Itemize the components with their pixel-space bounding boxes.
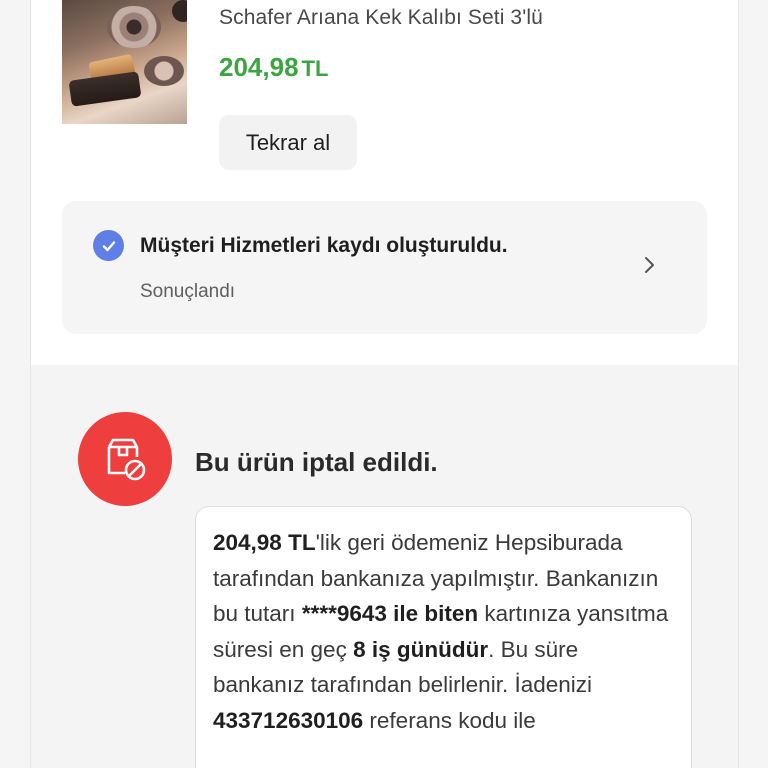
refund-days: 8 iş günüdür xyxy=(353,636,489,662)
check-circle-icon xyxy=(93,230,124,261)
price-currency: TL xyxy=(301,56,329,81)
product-title[interactable]: Schafer Arıana Kek Kalıbı Seti 3'lü xyxy=(219,6,543,30)
service-ticket-status: Sonuçlandı xyxy=(140,281,236,302)
product-price: 204,98 TL xyxy=(219,52,328,83)
product-image[interactable] xyxy=(62,0,187,124)
price-value: 204,98 xyxy=(219,52,299,82)
refund-text-4: referans kodu ile xyxy=(363,707,536,733)
service-ticket-card[interactable]: Müşteri Hizmetleri kaydı oluşturuldu. So… xyxy=(62,201,707,334)
service-ticket-title: Müşteri Hizmetleri kaydı oluşturuldu. xyxy=(140,234,508,257)
cancellation-title: Bu ürün iptal edildi. xyxy=(195,447,438,477)
refund-reference: 433712630106 xyxy=(213,707,364,733)
box-cancel-icon xyxy=(78,412,172,506)
refund-amount: 204,98 TL xyxy=(213,530,316,555)
rebuy-button[interactable]: Tekrar al xyxy=(219,115,357,170)
chevron-right-icon xyxy=(640,253,660,277)
refund-info-box: 204,98 TL'lik geri ödemeniz Hepsiburada … xyxy=(195,506,692,768)
refund-card: ****9643 ile biten xyxy=(301,601,479,626)
cancellation-section: Bu ürün iptal edildi. 204,98 TL'lik geri… xyxy=(31,365,738,768)
